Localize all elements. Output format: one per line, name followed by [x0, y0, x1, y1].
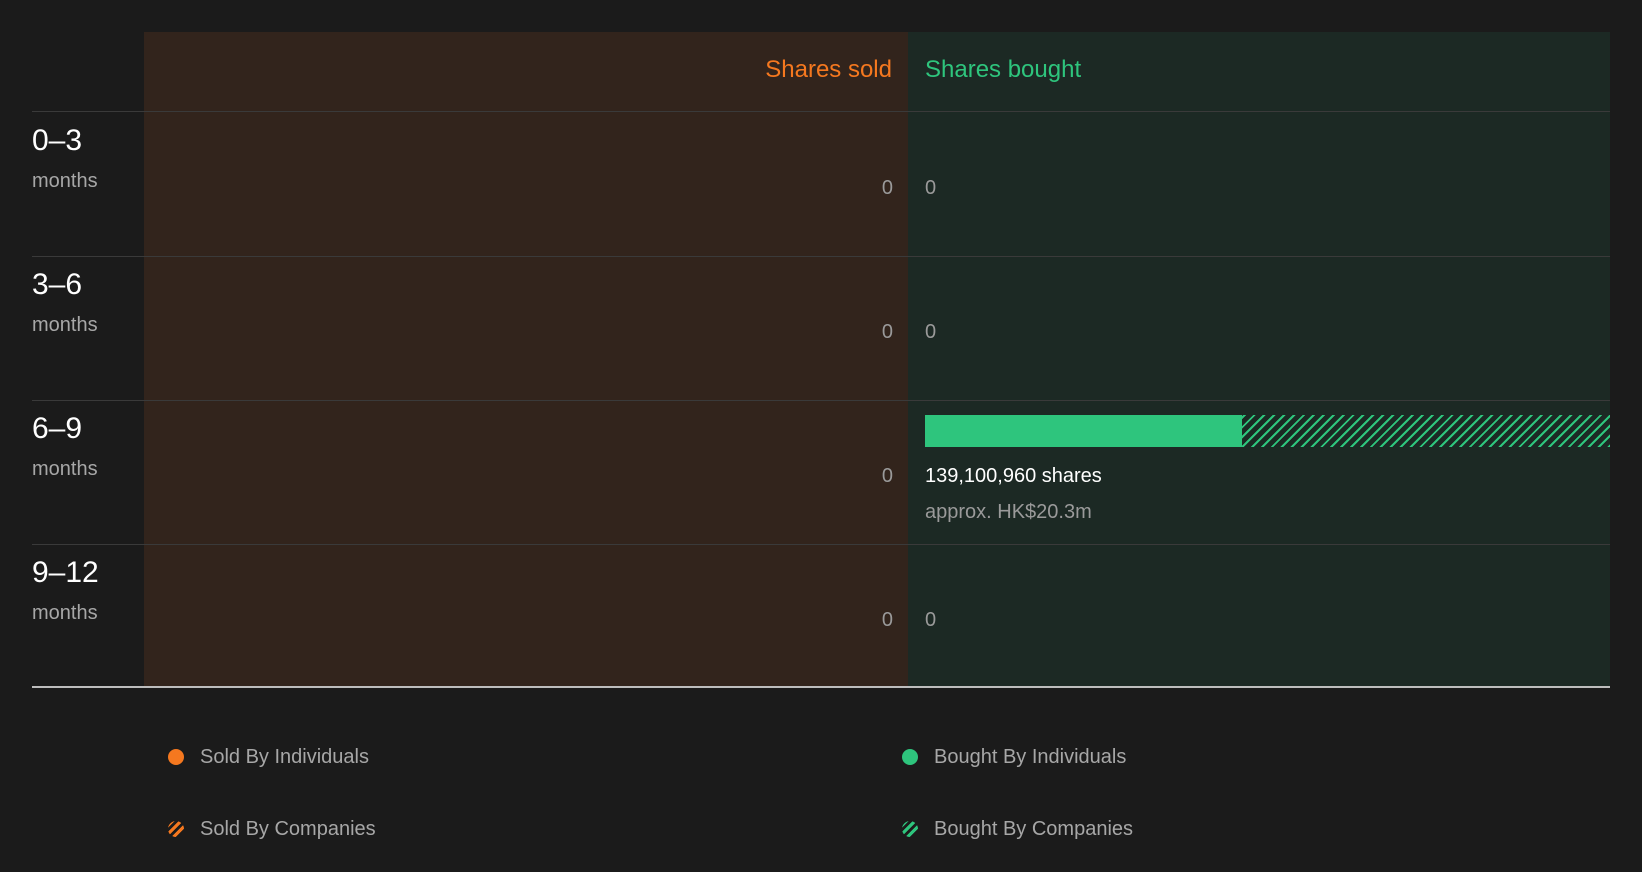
insider-trading-chart: Shares sold Shares bought 0–3 months 0 0…: [0, 0, 1642, 872]
hatched-orange-dot-icon: [168, 821, 184, 837]
row-unit-label: months: [32, 314, 98, 336]
bought-by-individuals-bar[interactable]: [925, 415, 1242, 447]
row-9-12-months: 9–12 months 0 0: [0, 544, 1642, 688]
bought-value: 0: [925, 177, 937, 199]
sold-value: 0: [881, 321, 893, 343]
legend-label: Sold By Individuals: [200, 746, 369, 768]
hatched-green-dot-icon: [902, 821, 918, 837]
bought-by-companies-bar[interactable]: [1242, 415, 1610, 447]
row-range-label: 0–3: [32, 124, 83, 157]
solid-green-dot-icon: [902, 749, 918, 765]
row-range-label: 9–12: [32, 556, 99, 589]
chart-baseline: [32, 686, 1610, 688]
bought-value: 139,100,960 shares: [925, 465, 1102, 487]
legend-sold-by-individuals: Sold By Individuals: [168, 744, 369, 770]
row-3-6-months: 3–6 months 0 0: [0, 256, 1642, 400]
bought-bar[interactable]: [925, 415, 1610, 447]
shares-bought-header: Shares bought: [925, 56, 1082, 83]
row-unit-label: months: [32, 602, 98, 624]
legend-label: Bought By Companies: [934, 818, 1134, 840]
bought-approx-value: approx. HK$20.3m: [925, 501, 1092, 523]
sold-value: 0: [881, 177, 893, 199]
legend-bought-by-individuals: Bought By Individuals: [902, 744, 1126, 770]
sold-value: 0: [881, 465, 893, 487]
legend-label: Bought By Individuals: [934, 746, 1127, 768]
row-unit-label: months: [32, 170, 98, 192]
row-6-9-months: 6–9 months 0 139,100,960 shares approx. …: [0, 400, 1642, 544]
bought-value: 0: [925, 609, 937, 631]
shares-sold-header: Shares sold: [765, 56, 892, 83]
solid-orange-dot-icon: [168, 749, 184, 765]
legend-bought-by-companies: Bought By Companies: [902, 816, 1133, 842]
legend-sold-by-companies: Sold By Companies: [168, 816, 376, 842]
row-range-label: 3–6: [32, 268, 83, 301]
row-unit-label: months: [32, 458, 98, 480]
row-0-3-months: 0–3 months 0 0: [0, 112, 1642, 256]
legend-label: Sold By Companies: [200, 818, 376, 840]
bought-value: 0: [925, 321, 937, 343]
sold-value: 0: [881, 609, 893, 631]
row-range-label: 6–9: [32, 412, 83, 445]
